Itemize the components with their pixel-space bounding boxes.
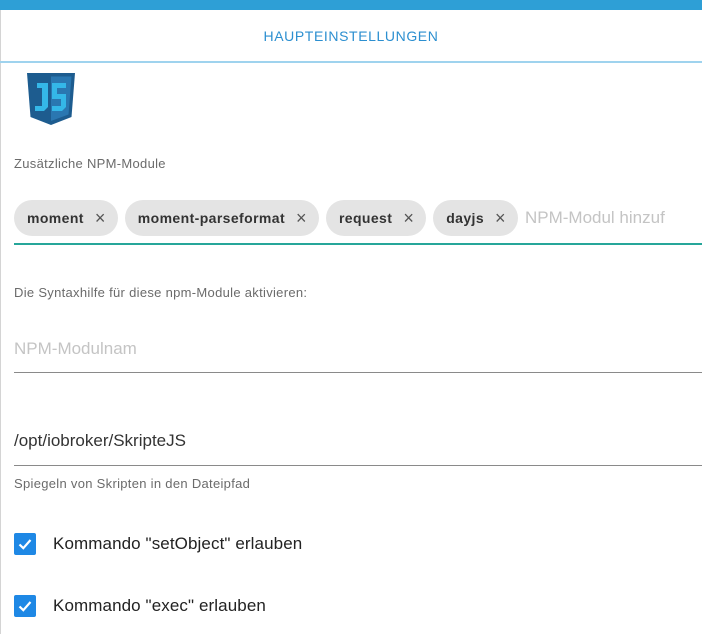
close-icon[interactable]: × — [495, 209, 506, 227]
chip-label: request — [338, 210, 393, 226]
javascript-shield-icon — [27, 73, 75, 125]
chip-request: request × — [325, 200, 427, 236]
chip-dayjs: dayjs × — [433, 200, 518, 236]
checkbox-setobject[interactable] — [14, 533, 36, 555]
top-accent-bar — [0, 0, 702, 10]
syntax-help-label: Die Syntaxhilfe für diese npm-Module akt… — [14, 285, 308, 300]
checkbox-row-setobject[interactable]: Kommando "setObject" erlauben — [14, 533, 302, 555]
checkmark-icon — [18, 601, 32, 612]
chip-label: moment-parseformat — [137, 210, 286, 226]
npm-module-name-input[interactable] — [14, 334, 702, 373]
panel-border — [0, 0, 1, 634]
close-icon[interactable]: × — [403, 209, 414, 227]
checkbox-label: Kommando "setObject" erlauben — [53, 534, 303, 553]
mirror-path-input[interactable] — [14, 425, 702, 466]
checkbox-exec[interactable] — [14, 595, 36, 617]
npm-modules-chip-input: moment × moment-parseformat × request × … — [14, 200, 702, 245]
checkbox-label: Kommando "exec" erlauben — [53, 596, 266, 615]
checkmark-icon — [18, 539, 32, 550]
checkbox-row-exec[interactable]: Kommando "exec" erlauben — [14, 595, 266, 617]
mirror-path-helper-text: Spiegeln von Skripten in den Dateipfad — [14, 476, 251, 491]
npm-modules-label: Zusätzliche NPM-Module — [14, 156, 166, 171]
chip-moment: moment × — [14, 200, 118, 236]
settings-panel: HAUPTEINSTELLUNGEN Zusätzliche NPM-Modul… — [0, 0, 702, 634]
close-icon[interactable]: × — [95, 209, 106, 227]
close-icon[interactable]: × — [296, 209, 307, 227]
add-npm-module-input[interactable] — [524, 200, 665, 236]
tab-main-settings[interactable]: HAUPTEINSTELLUNGEN — [0, 10, 702, 63]
chip-label: dayjs — [446, 210, 485, 226]
chip-label: moment — [27, 210, 84, 226]
chip-moment-parseformat: moment-parseformat × — [124, 200, 319, 236]
